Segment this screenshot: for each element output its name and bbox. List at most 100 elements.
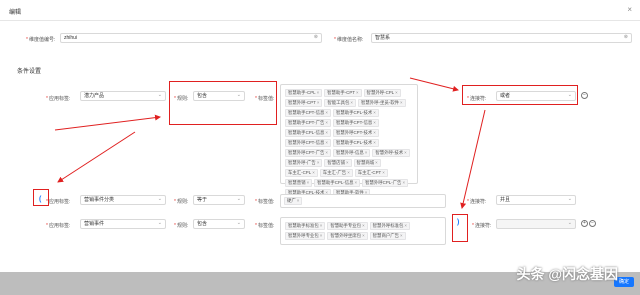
tag-chip: 智慧助手专业包×: [327, 222, 368, 230]
tag-remove-icon[interactable]: ×: [395, 90, 398, 95]
row3-rule-label: *规则:: [174, 223, 189, 229]
tag-remove-icon[interactable]: ×: [356, 90, 359, 95]
tag-remove-icon[interactable]: ×: [400, 100, 403, 105]
tag-chip: 智慧外呼CPL-广告×: [362, 179, 409, 187]
tag-remove-icon[interactable]: ×: [365, 150, 368, 155]
row2-app-label: *应用标签:: [46, 199, 71, 205]
row3-remove-icon[interactable]: −: [589, 220, 596, 227]
tag-chip-label: 智慧助手-CPL: [288, 90, 316, 95]
tag-remove-icon[interactable]: ×: [346, 160, 349, 165]
tag-chip: 车主汇-广告×: [319, 169, 353, 177]
row3-tagval-label: *标签值:: [255, 223, 275, 229]
tag-chip-label: 智慧商城: [356, 160, 375, 165]
dim-code-input[interactable]: zhihui ⊗: [60, 33, 322, 43]
row2-connector-select[interactable]: 并且 ⌄: [496, 195, 576, 205]
tag-chip: 智慧商户广告×: [369, 232, 406, 240]
row1-app-label: *应用标签:: [46, 96, 71, 102]
tag-chip-label: 智慧外呼专业包: [288, 233, 319, 238]
tag-remove-icon[interactable]: ×: [373, 110, 376, 115]
tag-remove-icon[interactable]: ×: [297, 198, 300, 203]
row1-app-select[interactable]: 潜力产品 ⌄: [80, 91, 166, 101]
tag-chip-label: 硬广: [287, 198, 296, 203]
tag-remove-icon[interactable]: ×: [373, 120, 376, 125]
row2-connector-value: 并且: [500, 197, 511, 203]
tag-chip: 智慧店铺×: [324, 159, 352, 167]
row2-tag-input[interactable]: 硬广×: [280, 194, 446, 208]
clear-icon[interactable]: ⊗: [624, 35, 628, 40]
row3-connector-label: *连接符:: [472, 223, 492, 229]
row3-rule-select[interactable]: 包含 ⌄: [193, 219, 245, 229]
tag-chip: 智慧外呼标准包×: [369, 222, 410, 230]
tag-remove-icon[interactable]: ×: [382, 170, 385, 175]
tag-chip-label: 智慧助手CPT-广告: [288, 120, 325, 125]
title-divider: [0, 20, 640, 21]
tag-remove-icon[interactable]: ×: [404, 150, 407, 155]
tag-chip: 智慧外呼-CPL×: [363, 89, 401, 97]
tag-remove-icon[interactable]: ×: [312, 170, 315, 175]
tag-remove-icon[interactable]: ×: [400, 233, 403, 238]
tag-chip: 智慧外呼-广告×: [285, 159, 323, 167]
tag-chip: 智慧助手CPL-信息×: [285, 129, 331, 137]
chevron-down-icon: ⌄: [236, 196, 241, 202]
tag-remove-icon[interactable]: ×: [317, 100, 320, 105]
tag-remove-icon[interactable]: ×: [317, 90, 320, 95]
annotation-box-close-paren: [452, 214, 468, 242]
tag-chip: 智慧外呼CPT-信息×: [285, 139, 331, 147]
tag-chip-label: 智慧外呼CPT-广告: [288, 150, 325, 155]
tag-chip: 智慧助手CPL-技术×: [332, 109, 379, 117]
tag-remove-icon[interactable]: ×: [373, 130, 376, 135]
tag-remove-icon[interactable]: ×: [325, 130, 328, 135]
row2-rule-select[interactable]: 等于 ⌄: [193, 195, 245, 205]
annotation-box-rule: [169, 81, 277, 125]
tag-chip: 智慧外呼-坐员-软件×: [357, 99, 406, 107]
tag-remove-icon[interactable]: ×: [325, 110, 328, 115]
row3-app-label: *应用标签:: [46, 223, 71, 229]
tag-chip-label: 智慧商户广告: [372, 233, 400, 238]
annotation-box-open-paren: [33, 189, 49, 206]
tag-chip: 智慧外呼专业包×: [285, 232, 326, 240]
row3-add-icon[interactable]: +: [581, 220, 588, 227]
tag-remove-icon[interactable]: ×: [347, 170, 350, 175]
tag-remove-icon[interactable]: ×: [350, 100, 353, 105]
tag-remove-icon[interactable]: ×: [362, 233, 365, 238]
tag-chip-label: 智慧外呼CPT-信息: [288, 140, 325, 145]
clear-icon[interactable]: ⊗: [314, 35, 318, 40]
tag-remove-icon[interactable]: ×: [320, 223, 323, 228]
close-icon[interactable]: ×: [627, 5, 632, 14]
tag-remove-icon[interactable]: ×: [402, 180, 405, 185]
tag-remove-icon[interactable]: ×: [404, 223, 407, 228]
tag-chip: 智慧外呼CPT-广告×: [285, 149, 331, 157]
tag-remove-icon[interactable]: ×: [325, 140, 328, 145]
tag-chip: 硬广×: [284, 197, 303, 205]
tag-remove-icon[interactable]: ×: [375, 160, 378, 165]
tag-remove-icon[interactable]: ×: [317, 160, 320, 165]
row1-remove-icon[interactable]: −: [581, 92, 588, 99]
tag-chip-label: 智慧助手CPT-信息: [335, 120, 373, 125]
tag-chip-label: 智慧外呼-CPL: [366, 90, 395, 95]
tag-remove-icon[interactable]: ×: [362, 223, 365, 228]
tag-chip: 智慧外呼坐席包×: [327, 232, 368, 240]
tag-chip-label: 智慧助手-CPT: [327, 90, 355, 95]
tag-chip-label: 智能工具包: [327, 100, 350, 105]
row1-tag-input[interactable]: 智慧助手-CPL× 智慧助手-CPT× 智慧外呼-CPL×智慧外呼-CPT× 智能工具…: [280, 84, 418, 197]
row3-tag-input[interactable]: 智慧助手标准包× 智慧助手专业包× 智慧外呼标准包×智慧外呼专业包× 智慧外呼坐席包×…: [280, 217, 446, 245]
tag-chip-label: 智慧助手CPT-信息: [288, 110, 325, 115]
row3-app-select[interactable]: 营销事件 ⌄: [80, 219, 166, 229]
tag-chip-label: 智慧外呼标准包: [372, 223, 404, 228]
tag-remove-icon[interactable]: ×: [325, 120, 328, 125]
tag-remove-icon[interactable]: ×: [325, 150, 328, 155]
tag-remove-icon[interactable]: ×: [307, 180, 310, 185]
tag-chip-label: 智慧助手CPL-信息: [288, 130, 325, 135]
tag-chip-label: 智慧助手CPL-技术: [335, 110, 373, 115]
dim-name-input[interactable]: 智慧系 ⊗: [371, 33, 632, 43]
annotation-box-connector: [462, 85, 578, 105]
row2-app-select[interactable]: 营销事件分类 ⌄: [80, 195, 166, 205]
tag-chip-label: 智慧助手CPL-信息: [317, 180, 354, 185]
tag-remove-icon[interactable]: ×: [320, 233, 323, 238]
row2-rule-value: 等于: [197, 197, 208, 203]
tag-remove-icon[interactable]: ×: [373, 140, 376, 145]
row3-connector-select[interactable]: ⌄: [496, 219, 576, 229]
row2-tagval-label: *标签值:: [255, 199, 275, 205]
tag-remove-icon[interactable]: ×: [355, 180, 358, 185]
chevron-down-icon: ⌄: [567, 196, 572, 202]
